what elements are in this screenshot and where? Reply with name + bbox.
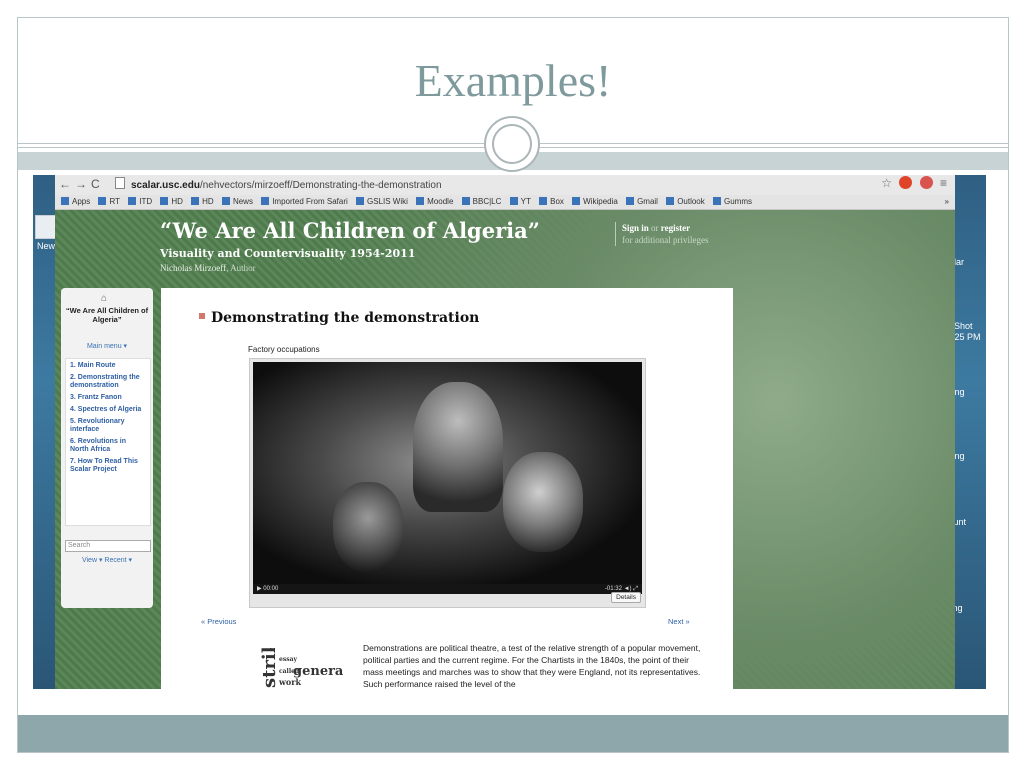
author-role: , Author [226,263,256,273]
author-name: Nicholas Mirzoeff [160,263,227,273]
bookmark-item[interactable]: GSLIS Wiki [356,195,408,209]
home-icon[interactable]: ⌂ [101,293,107,304]
signin-or: or [648,223,661,233]
star-icon[interactable]: ☆ [881,176,892,190]
url-host: scalar.usc.edu [131,180,200,191]
word-cloud-image: strike genera work called essay [201,648,351,689]
forward-arrow-icon[interactable]: → [75,177,91,191]
menu-item-frantz-fanon[interactable]: 3. Frantz Fanon [66,391,150,403]
url-path: /nehvectors/mirzoeff/Demonstrating-the-d… [199,180,442,191]
scalar-site: “We Are All Children of Algeria” Visuali… [55,210,955,689]
video-figure [413,382,503,512]
bookmark-item[interactable]: Moodle [416,195,453,209]
main-menu-list: 1. Main Route 2. Demonstrating the demon… [65,358,151,526]
menu-item-main-route[interactable]: 1. Main Route [66,359,150,371]
bookmark-item[interactable]: Apps [61,195,90,209]
browser-toolbar: ←→C scalar.usc.edu/nehvectors/mirzoeff/D… [55,175,955,196]
sidebar-book-title[interactable]: “We Are All Children of Algeria” [65,306,149,324]
bookmarks-bar: Apps RT ITD HD HD News Imported From Saf… [55,195,955,210]
previous-link[interactable]: « Previous [201,617,236,626]
bookmarks-overflow-button[interactable]: » [945,195,949,209]
content-panel: Demonstrating the demonstration Factory … [161,288,733,689]
wordcloud-word: work [279,677,301,687]
bookmark-item[interactable]: Imported From Safari [261,195,348,209]
signin-note: for additional privileges [622,235,709,245]
bookmark-item[interactable]: YT [510,195,531,209]
bookmark-item[interactable]: Outlook [666,195,705,209]
next-link[interactable]: Next » [668,617,690,626]
page-heading: Demonstrating the demonstration [211,310,480,326]
body-paragraph: Demonstrations are political theatre, a … [363,643,701,689]
register-link[interactable]: register [661,223,690,233]
page-icon [115,177,125,189]
wordcloud-word: essay [279,656,297,663]
bookmark-item[interactable]: Box [539,195,564,209]
menu-item-revolutions-north-africa[interactable]: 6. Revolutions in North Africa [66,435,150,455]
menu-item-how-to-read[interactable]: 7. How To Read This Scalar Project [66,455,150,475]
video-controls: ▶ 00:00 -01:32 ◄) ⤢ [253,584,642,594]
current-time: 00:00 [263,586,279,592]
desktop-label[interactable]: Shot [954,321,973,331]
toolbar-actions: ☆ ≡ [881,176,947,190]
bookmark-item[interactable]: Gumms [713,195,752,209]
circle-ornament-icon [484,116,540,172]
back-arrow-icon[interactable]: ← [59,177,75,191]
signin-link[interactable]: Sign in [622,223,649,233]
opera-extension-icon[interactable] [899,176,913,189]
navigation-controls: ←→C [59,177,104,191]
menu-item-demonstrating[interactable]: 2. Demonstrating the demonstration [66,371,150,391]
bookmark-item[interactable]: BBC|LC [462,195,502,209]
wordcloud-word: called [279,668,300,675]
reload-icon[interactable]: C [91,177,104,191]
site-subtitle: Visuality and Countervisuality 1954-2011 [160,247,416,260]
site-title[interactable]: “We Are All Children of Algeria” [160,218,540,243]
slide-title: Examples! [414,55,612,106]
bookmark-item[interactable]: HD [160,195,183,209]
menu-item-revolutionary-interface[interactable]: 5. Revolutionary interface [66,415,150,435]
desktop-label[interactable]: lar [954,257,964,267]
embedded-screenshot: New lar Shot 3.25 PM .png .png count .pn… [33,175,986,689]
bookmark-item[interactable]: Gmail [626,195,658,209]
main-menu-button[interactable]: Main menu ▾ [65,342,149,350]
search-input[interactable]: Search [65,540,151,552]
video-left-controls: ▶ 00:00 [257,584,278,594]
media-caption: Factory occupations [248,345,320,354]
bookmark-item[interactable]: RT [98,195,120,209]
wordcloud-word: strike [259,648,280,688]
sidebar: ⌂ “We Are All Children of Algeria” Main … [61,288,153,608]
video-frame[interactable] [253,362,642,584]
signin-area: Sign in or register for additional privi… [615,222,708,246]
view-recent-menu[interactable]: View ▾ Recent ▾ [65,556,149,564]
bookmark-item[interactable]: ITD [128,195,152,209]
menu-item-spectres[interactable]: 4. Spectres of Algeria [66,403,150,415]
video-figure [503,452,583,552]
desktop-icon-new[interactable]: New [35,215,57,251]
video-figure [333,482,403,572]
video-player: ▶ 00:00 -01:32 ◄) ⤢ Details [249,358,646,608]
site-author: Nicholas Mirzoeff, Author [160,263,256,273]
menu-icon[interactable]: ≡ [940,176,947,190]
adblock-extension-icon[interactable] [919,176,933,189]
bookmark-item[interactable]: News [222,195,253,209]
details-button[interactable]: Details [611,592,641,603]
bookmark-item[interactable]: HD [191,195,214,209]
browser-window: ←→C scalar.usc.edu/nehvectors/mirzoeff/D… [55,175,955,689]
bookmark-item[interactable]: Wikipedia [572,195,618,209]
address-bar[interactable]: scalar.usc.edu/nehvectors/mirzoeff/Demon… [115,177,855,192]
footer-band [18,715,1008,752]
